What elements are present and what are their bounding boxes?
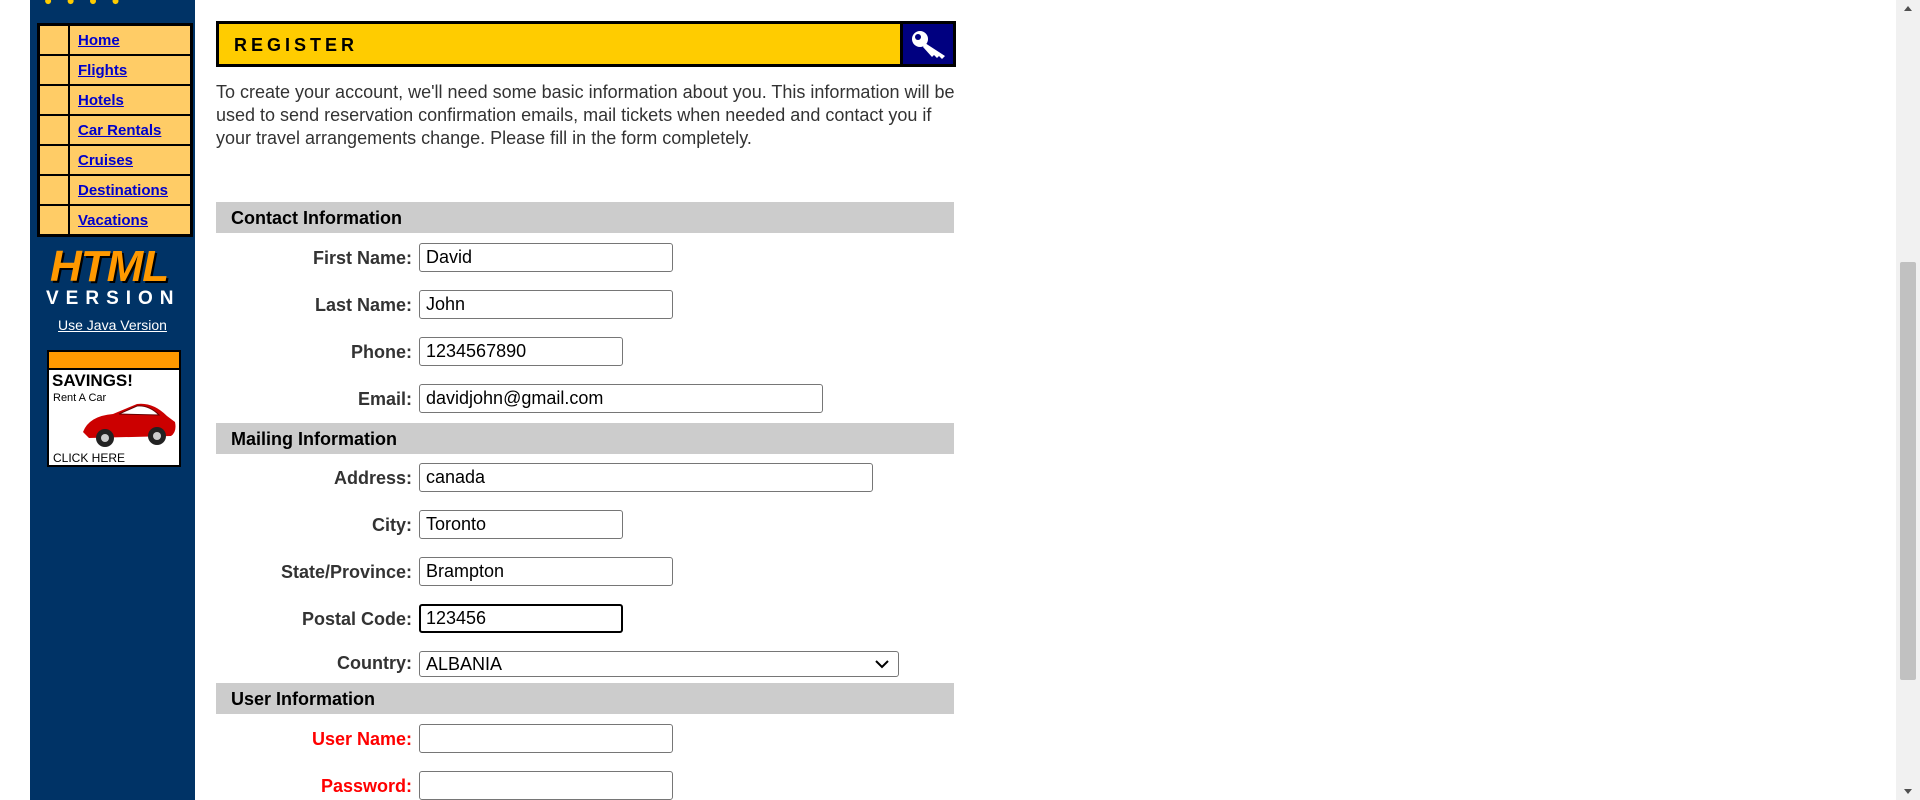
state-province-field[interactable] xyxy=(419,557,673,586)
nav-bullet xyxy=(40,56,70,84)
postal-code-label: Postal Code: xyxy=(301,609,412,629)
nav-bullet xyxy=(40,116,70,144)
nav-link-flights[interactable]: Flights xyxy=(78,62,127,79)
first-name-field[interactable] xyxy=(419,243,673,272)
nav-link-cruises[interactable]: Cruises xyxy=(78,152,133,169)
register-header: REGISTER xyxy=(216,21,956,67)
phone-label: Phone: xyxy=(351,342,412,362)
phone-field[interactable] xyxy=(419,337,623,366)
nav-bullet xyxy=(40,26,70,54)
html-badge-word: HTML xyxy=(50,242,169,291)
city-field[interactable] xyxy=(419,510,623,539)
email-label: Email: xyxy=(357,389,412,409)
nav-item-hotels: Hotels xyxy=(40,86,190,116)
country-select[interactable]: ALBANIA xyxy=(419,651,899,677)
rent-a-car-ad[interactable]: SAVINGS! Rent A Car CLICK HERE xyxy=(47,350,181,467)
ad-title: SAVINGS! xyxy=(52,371,133,390)
scrollbar-thumb[interactable] xyxy=(1900,262,1916,680)
section-contact-information: Contact Information xyxy=(216,202,954,233)
address-label: Address: xyxy=(333,468,412,488)
scroll-down-arrow-icon[interactable] xyxy=(1903,788,1913,796)
nav-item-flights: Flights xyxy=(40,56,190,86)
key-icon-box xyxy=(900,24,953,64)
password-label: Password: xyxy=(320,776,412,796)
key-icon xyxy=(912,31,945,59)
chevron-down-icon xyxy=(875,660,889,669)
html-badge-version: VERSION xyxy=(46,288,181,309)
nav-item-home: Home xyxy=(40,26,190,56)
first-name-label: First Name: xyxy=(312,248,412,268)
email-field[interactable] xyxy=(419,384,823,413)
section-title: Mailing Information xyxy=(231,429,397,449)
last-name-label: Last Name: xyxy=(314,295,412,315)
nav-menu: Home Flights Hotels Car Rentals Cruises … xyxy=(37,23,193,237)
nav-link-vacations[interactable]: Vacations xyxy=(78,212,148,229)
nav-item-vacations: Vacations xyxy=(40,206,190,234)
scroll-up-arrow-icon[interactable] xyxy=(1903,4,1913,12)
section-mailing-information: Mailing Information xyxy=(216,423,954,454)
postal-code-field[interactable] xyxy=(419,604,623,633)
username-label: User Name: xyxy=(311,729,412,749)
country-selected-value: ALBANIA xyxy=(426,654,503,674)
use-java-version-link[interactable]: Use Java Version xyxy=(30,317,195,333)
page-title: REGISTER xyxy=(234,35,359,55)
nav-item-car-rentals: Car Rentals xyxy=(40,116,190,146)
state-province-label: State/Province: xyxy=(280,562,412,582)
nav-item-destinations: Destinations xyxy=(40,176,190,206)
address-field[interactable] xyxy=(419,463,873,492)
nav-bullet xyxy=(40,86,70,114)
section-title: Contact Information xyxy=(231,208,402,228)
ad-header-strip xyxy=(49,352,179,370)
password-field[interactable] xyxy=(419,771,673,800)
nav-item-cruises: Cruises xyxy=(40,146,190,176)
country-label: Country: xyxy=(337,653,412,673)
html-version-badge: HTML VERSION xyxy=(44,238,180,310)
vertical-scrollbar[interactable] xyxy=(1896,0,1920,800)
ad-cta: CLICK HERE xyxy=(53,451,126,465)
car-icon xyxy=(83,403,176,447)
last-name-field[interactable] xyxy=(419,290,673,319)
nav-link-hotels[interactable]: Hotels xyxy=(78,92,124,109)
intro-text: To create your account, we'll need some … xyxy=(216,82,955,148)
username-field[interactable] xyxy=(419,724,673,753)
nav-bullet xyxy=(40,176,70,204)
section-title: User Information xyxy=(231,689,376,709)
nav-bullet xyxy=(40,146,70,174)
nav-link-car-rentals[interactable]: Car Rentals xyxy=(78,122,161,139)
nav-link-home[interactable]: Home xyxy=(78,32,120,49)
city-label: City: xyxy=(372,515,412,535)
logo-fragment: ●●●● xyxy=(44,0,134,8)
nav-link-destinations[interactable]: Destinations xyxy=(78,182,168,199)
section-user-information: User Information xyxy=(216,683,954,714)
nav-bullet xyxy=(40,206,70,234)
